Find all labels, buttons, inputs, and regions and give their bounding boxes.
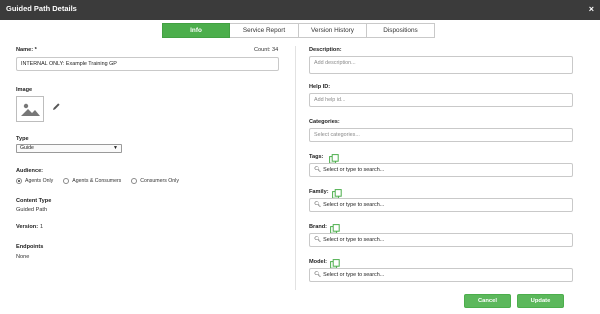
family-label: Family:	[309, 189, 329, 195]
type-select-value: Guide	[20, 145, 34, 151]
brand-placeholder: Select or type to search...	[323, 237, 385, 243]
brand-search-input[interactable]: 🔍︎ Select or type to search...	[309, 233, 573, 247]
content-type-label: Content Type	[16, 198, 52, 204]
name-input[interactable]: INTERNAL ONLY: Example Training GP	[16, 57, 279, 71]
image-icon	[21, 103, 40, 116]
tags-placeholder: Select or type to search...	[323, 167, 385, 173]
image-label: Image	[16, 87, 33, 93]
audience-label: Audience:	[16, 168, 44, 174]
content-type-value: Guided Path	[16, 207, 48, 213]
tags-label: Tags:	[309, 154, 324, 160]
name-input-value: INTERNAL ONLY: Example Training GP	[21, 61, 117, 67]
endpoints-value: None	[16, 254, 30, 260]
version-label: Version:	[16, 224, 39, 230]
categories-placeholder: Select categories...	[314, 132, 360, 138]
pencil-icon[interactable]	[52, 98, 61, 116]
tab-info[interactable]: Info	[162, 23, 230, 38]
model-placeholder: Select or type to search...	[323, 272, 385, 278]
name-count: Count: 34	[254, 47, 279, 53]
window-title: Guided Path Details	[6, 4, 77, 13]
title-bar: Guided Path Details ×	[0, 0, 600, 20]
caret-down-icon: ▼	[113, 145, 118, 151]
radio-agents-consumers[interactable]	[63, 178, 70, 184]
audience-option-consumers-only[interactable]: Consumers Only	[131, 178, 179, 184]
search-icon: 🔍︎	[314, 272, 322, 278]
update-button[interactable]: Update	[517, 294, 564, 308]
type-label: Type	[16, 136, 29, 142]
endpoints-label: Endpoints	[16, 244, 44, 250]
description-label: Description:	[309, 47, 342, 53]
audience-option-agents-consumers[interactable]: Agents & Consumers	[63, 178, 121, 184]
radio-agents-only[interactable]	[16, 178, 22, 184]
family-placeholder: Select or type to search...	[323, 202, 385, 208]
help-id-placeholder: Add help id...	[314, 97, 346, 103]
radio-consumers-only[interactable]	[131, 178, 138, 184]
brand-label: Brand:	[309, 224, 328, 230]
audience-option-agents-only[interactable]: Agents Only	[16, 178, 53, 184]
search-icon: 🔍︎	[314, 167, 322, 173]
version-value: 1	[40, 224, 44, 230]
close-icon[interactable]: ×	[589, 3, 594, 15]
help-id-label: Help ID:	[309, 84, 331, 90]
search-icon: 🔍︎	[314, 202, 322, 208]
tab-version-history[interactable]: Version History	[299, 23, 367, 38]
categories-label: Categories:	[309, 119, 340, 125]
tab-service-report[interactable]: Service Report	[230, 23, 299, 38]
model-label: Model:	[309, 259, 328, 265]
audience-radio-group: Agents Only Agents & Consumers Consumers…	[16, 178, 189, 184]
description-textarea[interactable]: Add description...	[309, 56, 573, 74]
name-label: Name: *	[16, 47, 37, 53]
family-search-input[interactable]: 🔍︎ Select or type to search...	[309, 198, 573, 212]
image-thumbnail[interactable]	[16, 96, 44, 122]
search-icon: 🔍︎	[314, 237, 322, 243]
tab-bar: Info Service Report Version History Disp…	[162, 23, 435, 38]
type-select[interactable]: Guide ▼	[16, 144, 122, 153]
tags-search-input[interactable]: 🔍︎ Select or type to search...	[309, 163, 573, 177]
description-placeholder: Add description...	[314, 60, 356, 66]
cancel-button[interactable]: Cancel	[464, 294, 511, 308]
categories-select[interactable]: Select categories...	[309, 128, 573, 142]
help-id-input[interactable]: Add help id...	[309, 93, 573, 107]
model-search-input[interactable]: 🔍︎ Select or type to search...	[309, 268, 573, 282]
tab-dispositions[interactable]: Dispositions	[367, 23, 435, 38]
column-divider	[295, 46, 296, 290]
